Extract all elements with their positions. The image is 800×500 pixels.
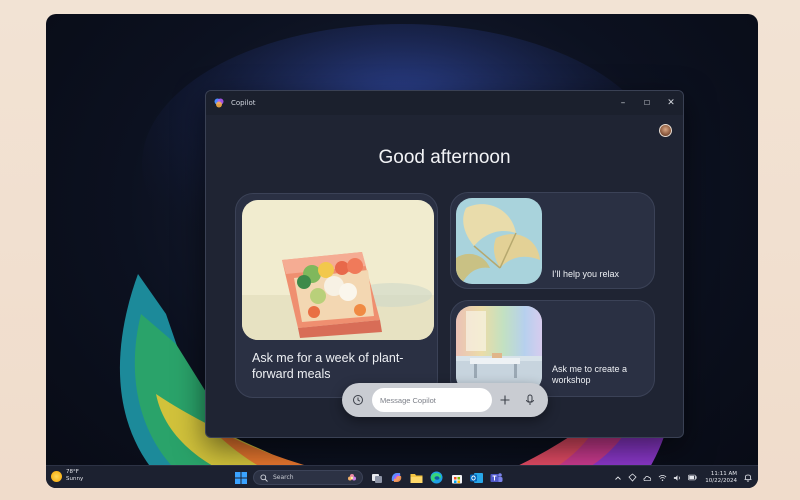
card-relax-text: I’ll help you relax	[552, 269, 620, 279]
suggestion-card-relax[interactable]: I’ll help you relax	[450, 192, 655, 289]
workshop-image	[456, 306, 542, 392]
bell-icon[interactable]	[743, 473, 752, 482]
weather-widget[interactable]: 78°F Sunny	[51, 469, 83, 483]
window-controls: – ☐ ✕	[611, 91, 683, 115]
microphone-icon[interactable]	[522, 392, 538, 408]
battery-icon[interactable]	[688, 473, 697, 482]
search-label: Search	[273, 474, 294, 481]
start-icon[interactable]	[233, 470, 248, 485]
clock-time: 11:11 AM	[710, 470, 737, 477]
window-title: Copilot	[231, 99, 256, 107]
volume-icon[interactable]	[673, 473, 682, 482]
suggestion-card-meals[interactable]: Ask me for a week of plant-forward meals	[235, 193, 438, 398]
desktop: Copilot – ☐ ✕ Good afternoon Ask me for …	[46, 14, 758, 488]
sun-icon	[51, 470, 62, 482]
card-meals-text: Ask me for a week of plant-forward meals	[252, 351, 404, 381]
edge-icon[interactable]	[429, 470, 444, 485]
minimize-button[interactable]: –	[611, 91, 635, 115]
teams-icon[interactable]	[489, 470, 504, 485]
outlook-icon[interactable]	[469, 470, 484, 485]
message-input[interactable]	[372, 388, 492, 412]
lily-pad-image	[456, 198, 542, 284]
taskbar-apps: Search	[233, 469, 509, 486]
copilot-icon[interactable]	[389, 470, 404, 485]
search-highlight-icon	[348, 474, 356, 481]
card-workshop-text: Ask me to create a workshop	[552, 364, 628, 385]
weather-temp: 78°F	[66, 469, 79, 475]
title-bar[interactable]: Copilot – ☐ ✕	[206, 91, 683, 115]
meal-prep-illustration	[242, 200, 434, 340]
greeting-heading: Good afternoon	[378, 147, 511, 168]
copilot-logo-icon	[214, 98, 224, 108]
taskbar-search[interactable]: Search	[253, 470, 363, 485]
clock-date: 10/22/2024	[705, 477, 737, 484]
search-icon	[260, 473, 268, 482]
chevron-up-icon[interactable]	[613, 473, 622, 482]
weather-condition: Sunny	[66, 476, 84, 482]
cloud-icon[interactable]	[643, 473, 652, 482]
meal-prep-image	[242, 200, 434, 340]
store-icon[interactable]	[449, 470, 464, 485]
clock[interactable]: 11:11 AM 10/22/2024	[705, 471, 737, 485]
maximize-button[interactable]: ☐	[635, 91, 659, 115]
wifi-icon[interactable]	[658, 473, 667, 482]
taskbar: 78°F Sunny Search 11:11 AM 10/22/2024	[46, 465, 758, 488]
history-icon[interactable]	[350, 392, 366, 408]
message-composer	[342, 383, 548, 417]
plus-icon[interactable]	[497, 392, 513, 408]
profile-avatar[interactable]	[659, 124, 672, 137]
file-explorer-icon[interactable]	[409, 470, 424, 485]
lily-pad-illustration	[456, 198, 542, 284]
workshop-illustration	[456, 306, 542, 392]
task-view-icon[interactable]	[369, 470, 384, 485]
close-button[interactable]: ✕	[659, 91, 683, 115]
network-icon[interactable]	[628, 473, 637, 482]
system-tray: 11:11 AM 10/22/2024	[607, 469, 752, 486]
copilot-window: Copilot – ☐ ✕ Good afternoon Ask me for …	[205, 90, 684, 438]
